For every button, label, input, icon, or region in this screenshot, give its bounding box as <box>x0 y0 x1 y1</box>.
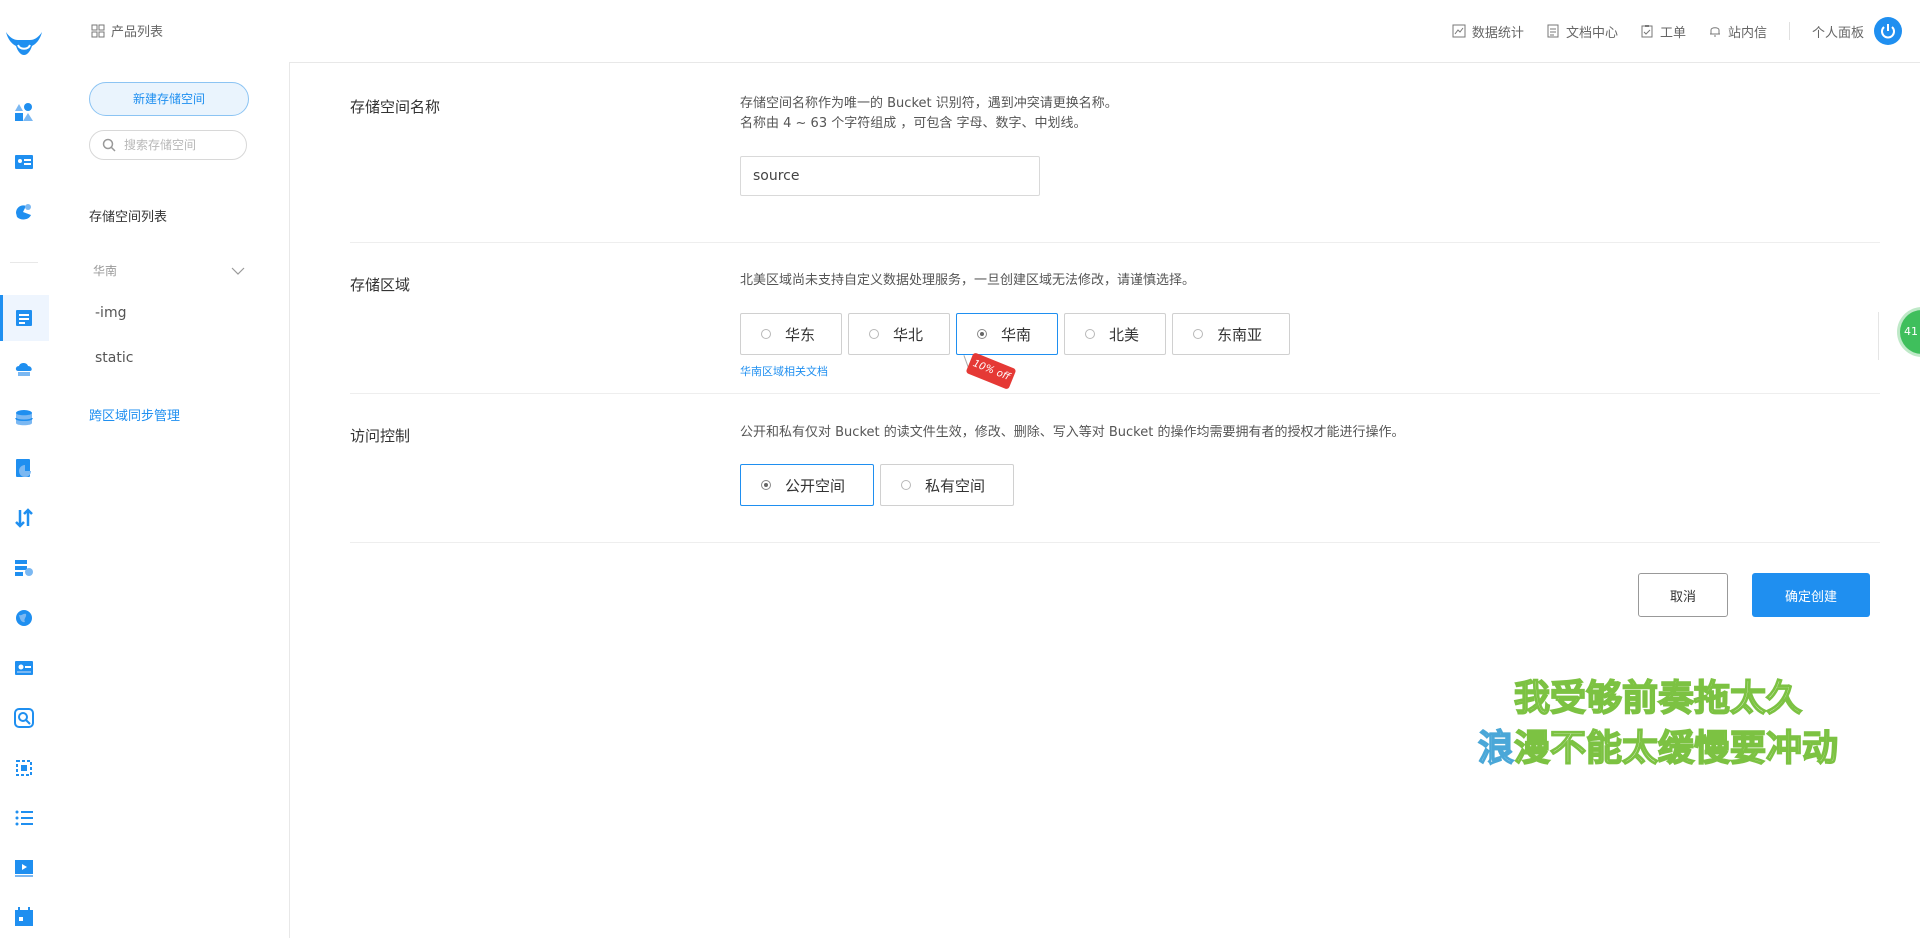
calendar-icon[interactable] <box>13 906 35 928</box>
radio-icon <box>761 329 771 339</box>
cross-region-sync-link[interactable]: 跨区域同步管理 <box>89 405 180 424</box>
search-icon <box>102 138 116 152</box>
lyrics-line-1: 我受够前奏拖太久 <box>1513 677 1803 720</box>
region-option-east[interactable]: 华东 <box>740 313 842 355</box>
id-card-icon[interactable] <box>13 151 35 173</box>
chip-icon[interactable] <box>13 757 35 779</box>
nav-tickets[interactable]: 工单 <box>1640 22 1686 41</box>
nav-personal-panel[interactable]: 个人面板 <box>1812 22 1864 41</box>
region-option-label: 华北 <box>893 325 924 344</box>
nav-messages-label: 站内信 <box>1727 25 1767 41</box>
bucket-name-input[interactable] <box>740 156 1040 196</box>
nav-docs[interactable]: 文档中心 <box>1546 22 1618 41</box>
storage-sidebar: 新建存储空间 存储空间列表 华南 -img static 跨区域同步管理 <box>49 62 290 938</box>
globe-icon[interactable] <box>13 607 35 629</box>
lyrics-line-2-rest: 漫不能太缓慢要冲动 <box>1513 727 1839 770</box>
region-options: 华东 华北 华南 北美 东南亚 <box>740 313 1290 355</box>
cancel-button[interactable]: 取消 <box>1638 573 1728 617</box>
document-icon <box>1547 24 1559 38</box>
access-control-label: 访问控制 <box>350 427 411 445</box>
bucket-name-label: 存储空间名称 <box>350 98 441 116</box>
personal-panel-label: 个人面板 <box>1811 25 1864 41</box>
users-icon[interactable] <box>13 101 35 123</box>
nav-messages[interactable]: 站内信 <box>1708 22 1767 41</box>
storage-list-icon[interactable] <box>13 307 35 329</box>
region-doc-link[interactable]: 华南区域相关文档 <box>740 363 828 379</box>
right-edge-divider <box>1878 312 1879 360</box>
region-option-label: 东南亚 <box>1217 325 1263 344</box>
radio-icon <box>1085 329 1095 339</box>
radio-icon <box>761 480 771 490</box>
transfer-icon[interactable] <box>13 507 35 529</box>
video-icon[interactable] <box>13 857 35 879</box>
bucket-list-title: 存储空间列表 <box>89 210 168 225</box>
region-option-label: 华南 <box>1001 325 1032 344</box>
chart-icon <box>1452 24 1466 38</box>
lyrics-line-2-accent: 浪 <box>1477 727 1515 770</box>
profile-card-icon[interactable] <box>13 657 35 679</box>
list-icon[interactable] <box>13 807 35 829</box>
region-label: 存储区域 <box>350 276 411 294</box>
top-bar: 产品列表 数据统计 文档中心 工单 站内信 个人面板 <box>49 0 1920 63</box>
chevron-down-icon <box>231 267 245 275</box>
nav-divider <box>1788 22 1790 40</box>
access-option-label: 公开空间 <box>785 476 846 495</box>
bucket-name-desc-2: 名称由 4 ~ 63 个字符组成 ，可包含 字母、数字、中划线。 <box>740 116 1087 131</box>
create-bucket-form: 存储空间名称 存储空间名称作为唯一的 Bucket 识别符，遇到冲突请更换名称。… <box>290 62 1920 938</box>
radio-icon <box>869 329 879 339</box>
bucket-item[interactable]: static <box>95 350 133 366</box>
access-control-desc: 公开和私有仅对 Bucket 的读文件生效，修改、删除、写入等对 Bucket … <box>740 425 1405 440</box>
nav-data-stats-label: 数据统计 <box>1471 25 1524 41</box>
nav-tickets-label: 工单 <box>1659 25 1686 41</box>
region-option-label: 北美 <box>1109 325 1140 344</box>
bucket-item[interactable]: -img <box>95 305 126 321</box>
billing-icon[interactable] <box>13 201 35 223</box>
region-option-south[interactable]: 华南 <box>956 313 1058 355</box>
lyrics-line-2: 浪漫不能太缓慢要冲动 <box>1468 724 1848 774</box>
confirm-create-button[interactable]: 确定创建 <box>1752 573 1870 617</box>
radio-icon <box>1193 329 1203 339</box>
clipboard-icon <box>1641 25 1653 38</box>
access-option-public[interactable]: 公开空间 <box>740 464 874 506</box>
region-option-label: 华东 <box>785 325 816 344</box>
region-option-southeast-asia[interactable]: 东南亚 <box>1172 313 1290 355</box>
top-nav: 数据统计 文档中心 工单 站内信 个人面板 <box>1430 14 1902 48</box>
region-option-north-america[interactable]: 北美 <box>1064 313 1166 355</box>
bucket-search[interactable] <box>89 130 247 160</box>
bucket-name-section: 存储空间名称 存储空间名称作为唯一的 Bucket 识别符，遇到冲突请更换名称。… <box>350 62 1880 243</box>
nav-data-stats[interactable]: 数据统计 <box>1452 22 1524 41</box>
bucket-search-input[interactable] <box>122 137 246 153</box>
rail-separator <box>10 262 38 263</box>
bell-icon <box>1709 27 1720 37</box>
region-group-toggle[interactable]: 华南 <box>93 262 245 279</box>
report-icon[interactable] <box>13 457 35 479</box>
access-control-section: 访问控制 公开和私有仅对 Bucket 的读文件生效，修改、删除、写入等对 Bu… <box>350 394 1880 543</box>
search-scan-icon[interactable] <box>13 707 35 729</box>
power-icon[interactable] <box>1874 17 1902 45</box>
icon-rail <box>0 0 50 938</box>
new-bucket-button[interactable]: 新建存储空间 <box>89 82 249 116</box>
lyrics-overlay: 我受够前奏拖太久 浪漫不能太缓慢要冲动 <box>1468 674 1848 774</box>
radio-icon <box>977 329 987 339</box>
database-icon[interactable] <box>13 407 35 429</box>
access-option-private[interactable]: 私有空间 <box>880 464 1014 506</box>
region-group-label: 华南 <box>93 264 118 278</box>
nav-docs-label: 文档中心 <box>1565 25 1618 41</box>
access-options: 公开空间 私有空间 <box>740 464 1014 506</box>
bucket-name-desc-1: 存储空间名称作为唯一的 Bucket 识别符，遇到冲突请更换名称。 <box>740 96 1118 111</box>
grid-icon <box>91 24 105 37</box>
radio-icon <box>901 480 911 490</box>
access-option-label: 私有空间 <box>925 476 986 495</box>
dashboard-icon[interactable] <box>13 557 35 579</box>
region-option-north[interactable]: 华北 <box>848 313 950 355</box>
brand-logo-icon[interactable] <box>4 28 44 58</box>
cloud-storage-icon[interactable] <box>13 357 35 379</box>
product-list-button[interactable]: 产品列表 <box>91 21 163 40</box>
product-list-label: 产品列表 <box>111 25 164 40</box>
region-section: 存储区域 北美区域尚未支持自定义数据处理服务，一旦创建区域无法修改，请谨慎选择。… <box>350 243 1880 394</box>
region-desc: 北美区域尚未支持自定义数据处理服务，一旦创建区域无法修改，请谨慎选择。 <box>740 273 1196 288</box>
